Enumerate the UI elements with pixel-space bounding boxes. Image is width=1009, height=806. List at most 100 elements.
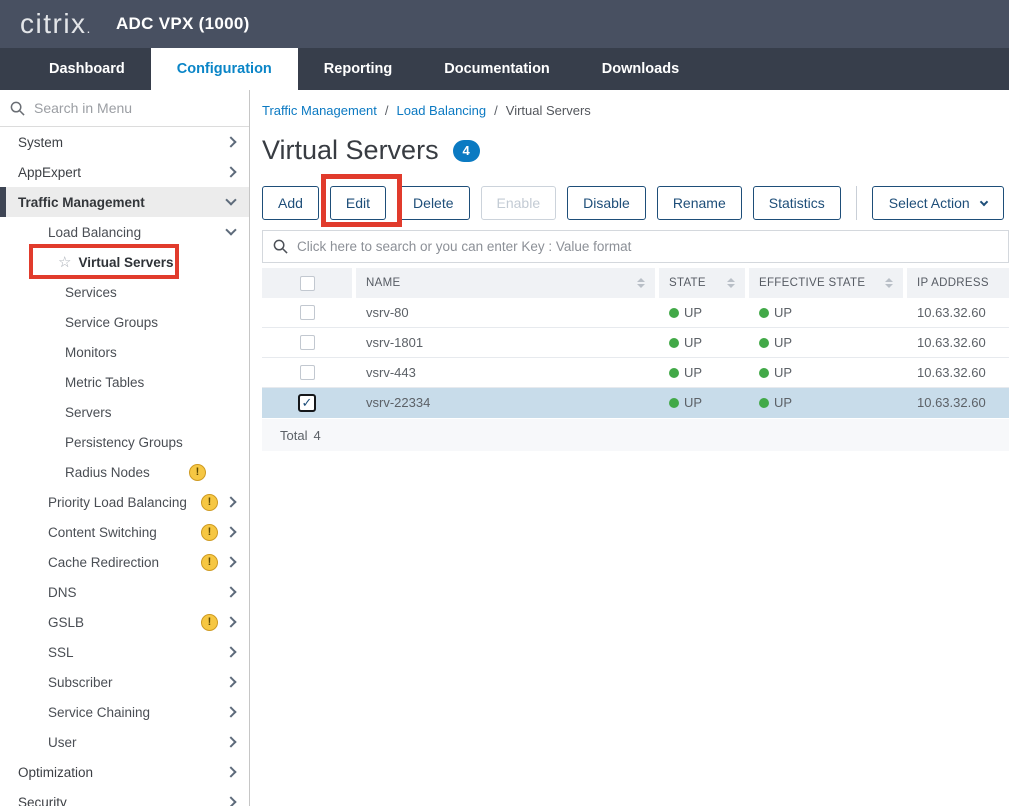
table-search-input[interactable]: Click here to search or you can enter Ke…	[262, 230, 1009, 263]
disable-button[interactable]: Disable	[567, 186, 646, 220]
row-checkbox[interactable]	[300, 305, 315, 320]
sidebar-item-gslb[interactable]: GSLB!	[0, 607, 249, 637]
chevron-down-icon	[225, 224, 236, 235]
primary-nav: Dashboard Configuration Reporting Docume…	[0, 48, 1009, 90]
count-badge: 4	[453, 140, 480, 162]
sidebar-item-security[interactable]: Security	[0, 787, 249, 806]
table-row-selected[interactable]: ✓ vsrv-22334 UP UP 10.63.32.60	[262, 388, 1009, 418]
rename-button[interactable]: Rename	[657, 186, 742, 220]
breadcrumb-link-traffic-management[interactable]: Traffic Management	[262, 103, 377, 118]
tab-downloads[interactable]: Downloads	[576, 48, 705, 90]
column-header-name[interactable]: NAME	[356, 268, 655, 298]
chevron-right-icon	[225, 736, 236, 747]
select-action-dropdown[interactable]: Select Action	[872, 186, 1004, 220]
sort-icon[interactable]	[637, 278, 645, 288]
warning-icon: !	[189, 464, 206, 481]
row-checkbox-checked[interactable]: ✓	[298, 394, 316, 412]
status-up-dot	[759, 368, 769, 378]
row-checkbox[interactable]	[300, 365, 315, 380]
row-ip-address: 10.63.32.60	[907, 395, 1009, 410]
chevron-right-icon	[225, 526, 236, 537]
sidebar-item-label: Content Switching	[48, 525, 157, 540]
sidebar: Search in Menu System AppExpert Traffic …	[0, 90, 250, 806]
row-state: UP	[659, 395, 745, 410]
sidebar-item-label: Servers	[65, 405, 112, 420]
tab-configuration[interactable]: Configuration	[151, 48, 298, 90]
chevron-right-icon	[225, 496, 236, 507]
select-action-label: Select Action	[889, 195, 970, 211]
sidebar-item-system[interactable]: System	[0, 127, 249, 157]
status-up-dot	[759, 338, 769, 348]
row-ip-address: 10.63.32.60	[907, 365, 1009, 380]
product-title: ADC VPX (1000)	[116, 14, 250, 34]
app-header: citrix. ADC VPX (1000)	[0, 0, 1009, 48]
breadcrumb-current: Virtual Servers	[506, 103, 591, 118]
row-name: vsrv-443	[356, 365, 655, 380]
add-button[interactable]: Add	[262, 186, 319, 220]
row-checkbox[interactable]	[300, 335, 315, 350]
table-row[interactable]: vsrv-443 UP UP 10.63.32.60	[262, 358, 1009, 388]
table-row[interactable]: vsrv-80 UP UP 10.63.32.60	[262, 298, 1009, 328]
select-all-checkbox[interactable]	[300, 276, 315, 291]
tab-reporting[interactable]: Reporting	[298, 48, 418, 90]
sidebar-item-label: Virtual Servers	[78, 255, 173, 270]
page-title: Virtual Servers	[262, 135, 439, 166]
edit-button[interactable]: Edit	[330, 186, 386, 220]
row-name: vsrv-1801	[356, 335, 655, 350]
sidebar-item-radius-nodes[interactable]: Radius Nodes!	[0, 457, 249, 487]
sidebar-item-service-groups[interactable]: Service Groups	[0, 307, 249, 337]
sidebar-item-servers[interactable]: Servers	[0, 397, 249, 427]
sidebar-item-metric-tables[interactable]: Metric Tables	[0, 367, 249, 397]
column-header-ip-address[interactable]: IP ADDRESS	[907, 268, 1009, 298]
column-label: IP ADDRESS	[917, 277, 989, 289]
row-effective-state: UP	[749, 335, 903, 350]
sidebar-item-load-balancing[interactable]: Load Balancing	[0, 217, 249, 247]
sort-icon[interactable]	[727, 278, 735, 288]
sidebar-item-monitors[interactable]: Monitors	[0, 337, 249, 367]
sidebar-item-user[interactable]: User	[0, 727, 249, 757]
sidebar-item-label: Load Balancing	[48, 225, 141, 240]
sidebar-item-label: System	[18, 135, 63, 150]
sidebar-item-optimization[interactable]: Optimization	[0, 757, 249, 787]
status-up-dot	[669, 398, 679, 408]
sidebar-item-label: User	[48, 735, 77, 750]
sidebar-item-service-chaining[interactable]: Service Chaining	[0, 697, 249, 727]
breadcrumb-separator: /	[385, 103, 389, 118]
toolbar-divider	[856, 186, 857, 220]
tab-documentation[interactable]: Documentation	[418, 48, 576, 90]
sidebar-item-label: Optimization	[18, 765, 93, 780]
sidebar-item-traffic-management[interactable]: Traffic Management	[0, 187, 249, 217]
tab-dashboard[interactable]: Dashboard	[23, 48, 151, 90]
sidebar-item-ssl[interactable]: SSL	[0, 637, 249, 667]
statistics-button[interactable]: Statistics	[753, 186, 841, 220]
menu-search-input[interactable]: Search in Menu	[0, 90, 249, 127]
breadcrumb-link-load-balancing[interactable]: Load Balancing	[397, 103, 487, 118]
sidebar-item-appexpert[interactable]: AppExpert	[0, 157, 249, 187]
sidebar-item-priority-load-balancing[interactable]: Priority Load Balancing!	[0, 487, 249, 517]
logo-trademark-dot: .	[87, 20, 92, 36]
sidebar-item-subscriber[interactable]: Subscriber	[0, 667, 249, 697]
sidebar-item-cache-redirection[interactable]: Cache Redirection!	[0, 547, 249, 577]
row-effective-state: UP	[749, 395, 903, 410]
table-row[interactable]: vsrv-1801 UP UP 10.63.32.60	[262, 328, 1009, 358]
menu-search-placeholder: Search in Menu	[34, 100, 132, 116]
sidebar-item-label: GSLB	[48, 615, 84, 630]
sidebar-item-content-switching[interactable]: Content Switching!	[0, 517, 249, 547]
chevron-down-icon	[979, 197, 987, 205]
column-header-state[interactable]: STATE	[659, 268, 745, 298]
delete-button[interactable]: Delete	[397, 186, 469, 220]
column-label: NAME	[366, 277, 400, 289]
table-footer: Total 4	[262, 419, 1009, 451]
sidebar-item-virtual-servers[interactable]: ☆ Virtual Servers	[0, 247, 249, 277]
header-checkbox-cell	[262, 268, 352, 298]
column-header-effective-state[interactable]: EFFECTIVE STATE	[749, 268, 903, 298]
sidebar-item-services[interactable]: Services	[0, 277, 249, 307]
row-ip-address: 10.63.32.60	[907, 335, 1009, 350]
row-name: vsrv-22334	[356, 395, 655, 410]
total-label: Total	[280, 428, 307, 443]
sort-icon[interactable]	[885, 278, 893, 288]
sidebar-item-label: Metric Tables	[65, 375, 144, 390]
sidebar-item-label: Service Groups	[65, 315, 158, 330]
sidebar-item-persistency-groups[interactable]: Persistency Groups	[0, 427, 249, 457]
sidebar-item-dns[interactable]: DNS	[0, 577, 249, 607]
